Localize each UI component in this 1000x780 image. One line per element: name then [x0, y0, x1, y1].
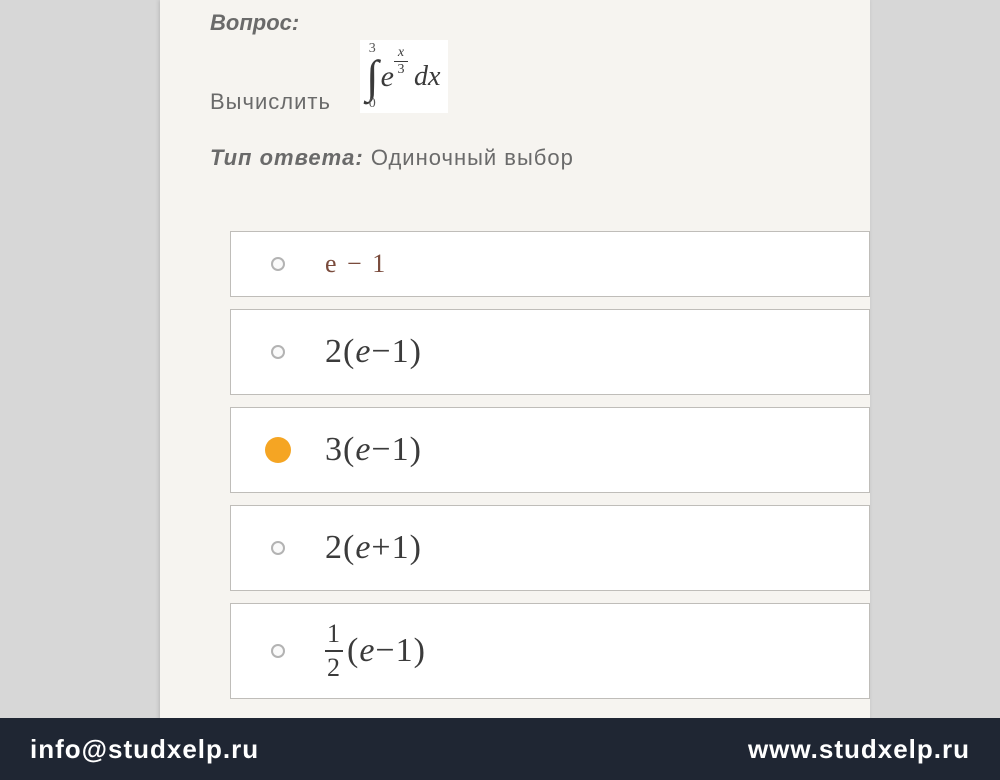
question-label: Вопрос: — [210, 10, 820, 36]
option-1[interactable]: e − 1 — [230, 231, 870, 297]
option-text: 2(e+1) — [325, 529, 422, 567]
dx: dx — [414, 61, 440, 93]
options-list: e − 1 2(e−1) 3(e−1) 2(e+1) 1 — [160, 231, 870, 699]
e-base: e x 3 — [381, 60, 412, 94]
option-text: 2(e−1) — [325, 333, 422, 371]
answer-type-value: Одиночный выбор — [371, 145, 574, 170]
integral-lower: 0 — [369, 97, 376, 111]
answer-type-row: Тип ответа: Одиночный выбор — [210, 145, 820, 171]
footer-site: www.studxelp.ru — [748, 734, 970, 765]
answer-type-label: Тип ответа: — [210, 145, 364, 170]
option-4[interactable]: 2(e+1) — [230, 505, 870, 591]
exponent-fraction: x 3 — [394, 46, 408, 77]
footer-bar: info@studxelp.ru www.studxelp.ru — [0, 718, 1000, 780]
option-text: 3(e−1) — [325, 431, 422, 469]
radio-icon[interactable] — [271, 644, 285, 658]
radio-selected-icon[interactable] — [265, 437, 291, 463]
option-5[interactable]: 1 2 (e−1) — [230, 603, 870, 699]
question-card: Вопрос: 3 ∫ 0 e x 3 — [160, 0, 870, 720]
option-text: 1 2 (e−1) — [325, 621, 426, 681]
radio-icon[interactable] — [271, 541, 285, 555]
radio-icon[interactable] — [271, 257, 285, 271]
compute-word: Вычислить — [210, 89, 820, 119]
radio-icon[interactable] — [271, 345, 285, 359]
option-3[interactable]: 3(e−1) — [230, 407, 870, 493]
question-block: Вопрос: 3 ∫ 0 e x 3 — [160, 0, 870, 171]
option-text: e − 1 — [325, 249, 387, 279]
integral-expression: 3 ∫ 0 e x 3 dx — [360, 40, 448, 113]
footer-email: info@studxelp.ru — [30, 734, 259, 765]
integral-symbol: 3 ∫ 0 — [366, 42, 379, 111]
fraction-half: 1 2 — [325, 621, 343, 681]
option-2[interactable]: 2(e−1) — [230, 309, 870, 395]
